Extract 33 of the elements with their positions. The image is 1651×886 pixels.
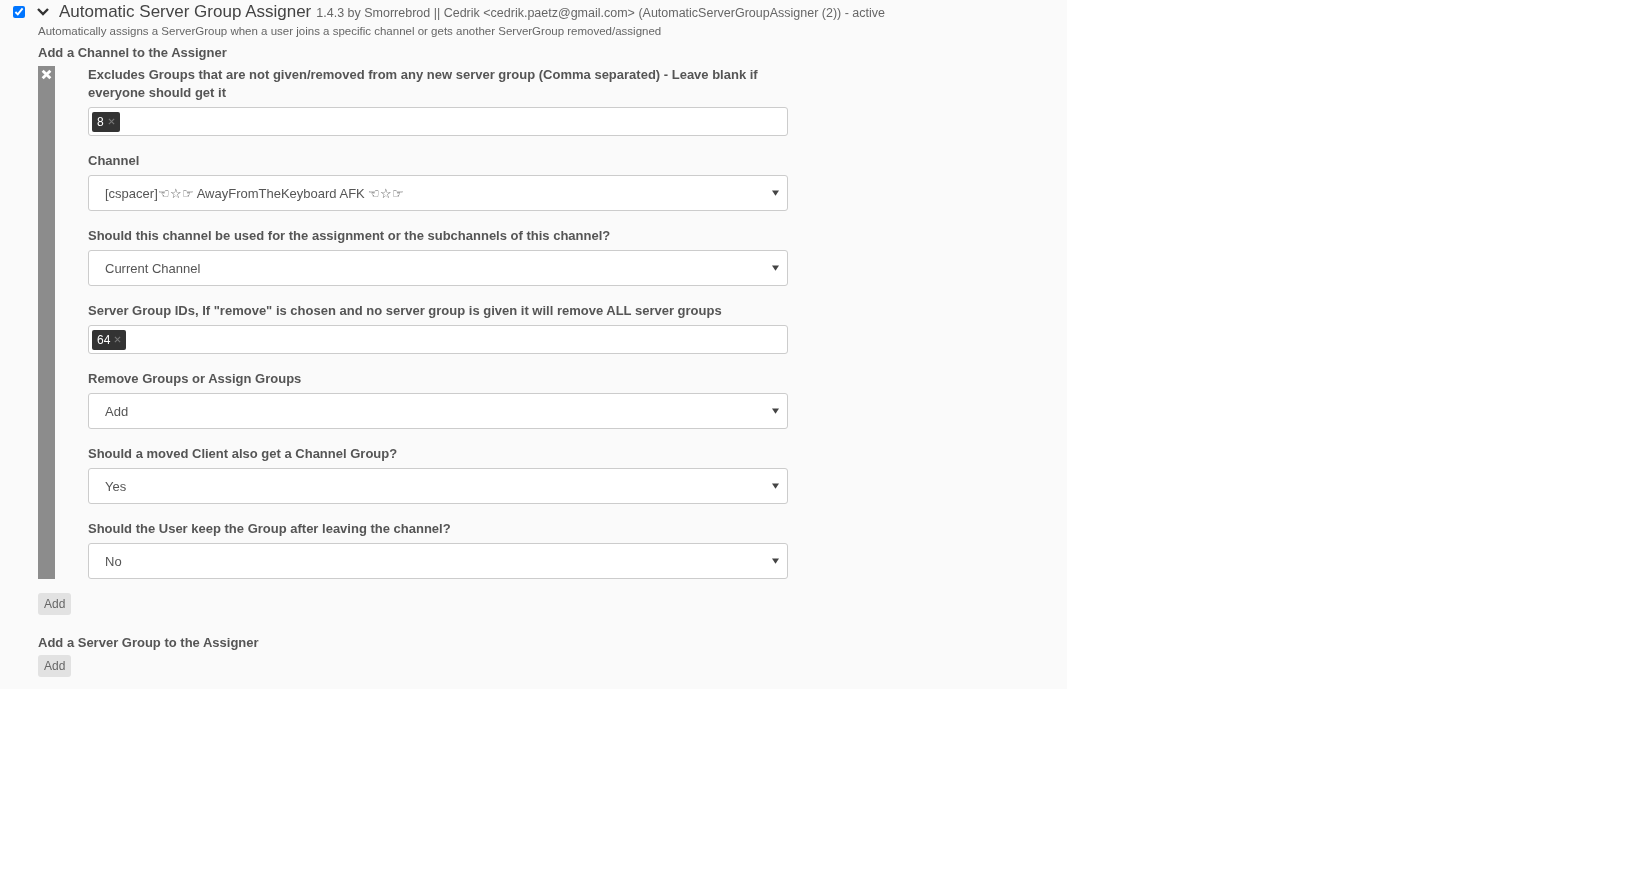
plugin-meta: 1.4.3 by Smorrebrod || Cedrik <cedrik.paetz@gmail.com> (AutomaticServerGroupAssigner (2)) - active (316, 6, 885, 20)
field-label: Excludes Groups that are not given/removed from any new server group (Comma separated) - Leave blank if everyone should get it (88, 66, 759, 102)
section-title: Add a Channel to the Assigner (38, 45, 228, 60)
tag-chip[interactable]: 64 (92, 329, 127, 350)
remove-tag-icon[interactable] (107, 118, 115, 125)
plugin-name: Automatic Server Group Assigner (59, 2, 312, 22)
chevron-icon[interactable] (37, 8, 49, 16)
remove-icon[interactable] (41, 69, 52, 80)
remove-tag-icon[interactable] (114, 336, 122, 343)
field-label: Remove Groups or Assign Groups (88, 370, 303, 388)
field-label: Server Group IDs, If "remove" is chosen and no server group is given it will remove ALL server groups (88, 302, 723, 320)
caret-icon (772, 483, 779, 489)
caret-icon (772, 558, 779, 564)
caret-icon (772, 190, 779, 196)
add-button[interactable]: Add (38, 593, 72, 615)
select-dropdown[interactable]: Yes (88, 468, 788, 504)
field-label: Should this channel be used for the assignment or the subchannels of this channel? (88, 227, 612, 245)
select-dropdown[interactable]: Add (88, 393, 788, 429)
select-dropdown[interactable]: Current Channel (88, 250, 788, 286)
plugin-description: Automatically assigns a ServerGroup when a user joins a specific channel or gets another ServerGroup removed/assigned (38, 25, 663, 37)
select-dropdown[interactable]: [cspacer]☜☆☞ AwayFromTheKeyboard AFK ☜☆☞ (88, 175, 788, 211)
field-label: Should a moved Client also get a Channel Group? (88, 445, 399, 463)
caret-icon (772, 265, 779, 271)
enable-checkbox[interactable] (13, 6, 25, 18)
field-label: Channel (88, 152, 141, 170)
select-dropdown[interactable]: No (88, 543, 788, 579)
caret-icon (772, 408, 779, 414)
tag-input-field[interactable]: 8 (88, 107, 788, 136)
add-button[interactable]: Add (38, 655, 72, 677)
section-title: Add a Server Group to the Assigner (38, 635, 260, 650)
field-label: Should the User keep the Group after leaving the channel? (88, 520, 452, 538)
tag-chip[interactable]: 8 (92, 111, 120, 132)
tag-input-field[interactable]: 64 (88, 325, 788, 354)
